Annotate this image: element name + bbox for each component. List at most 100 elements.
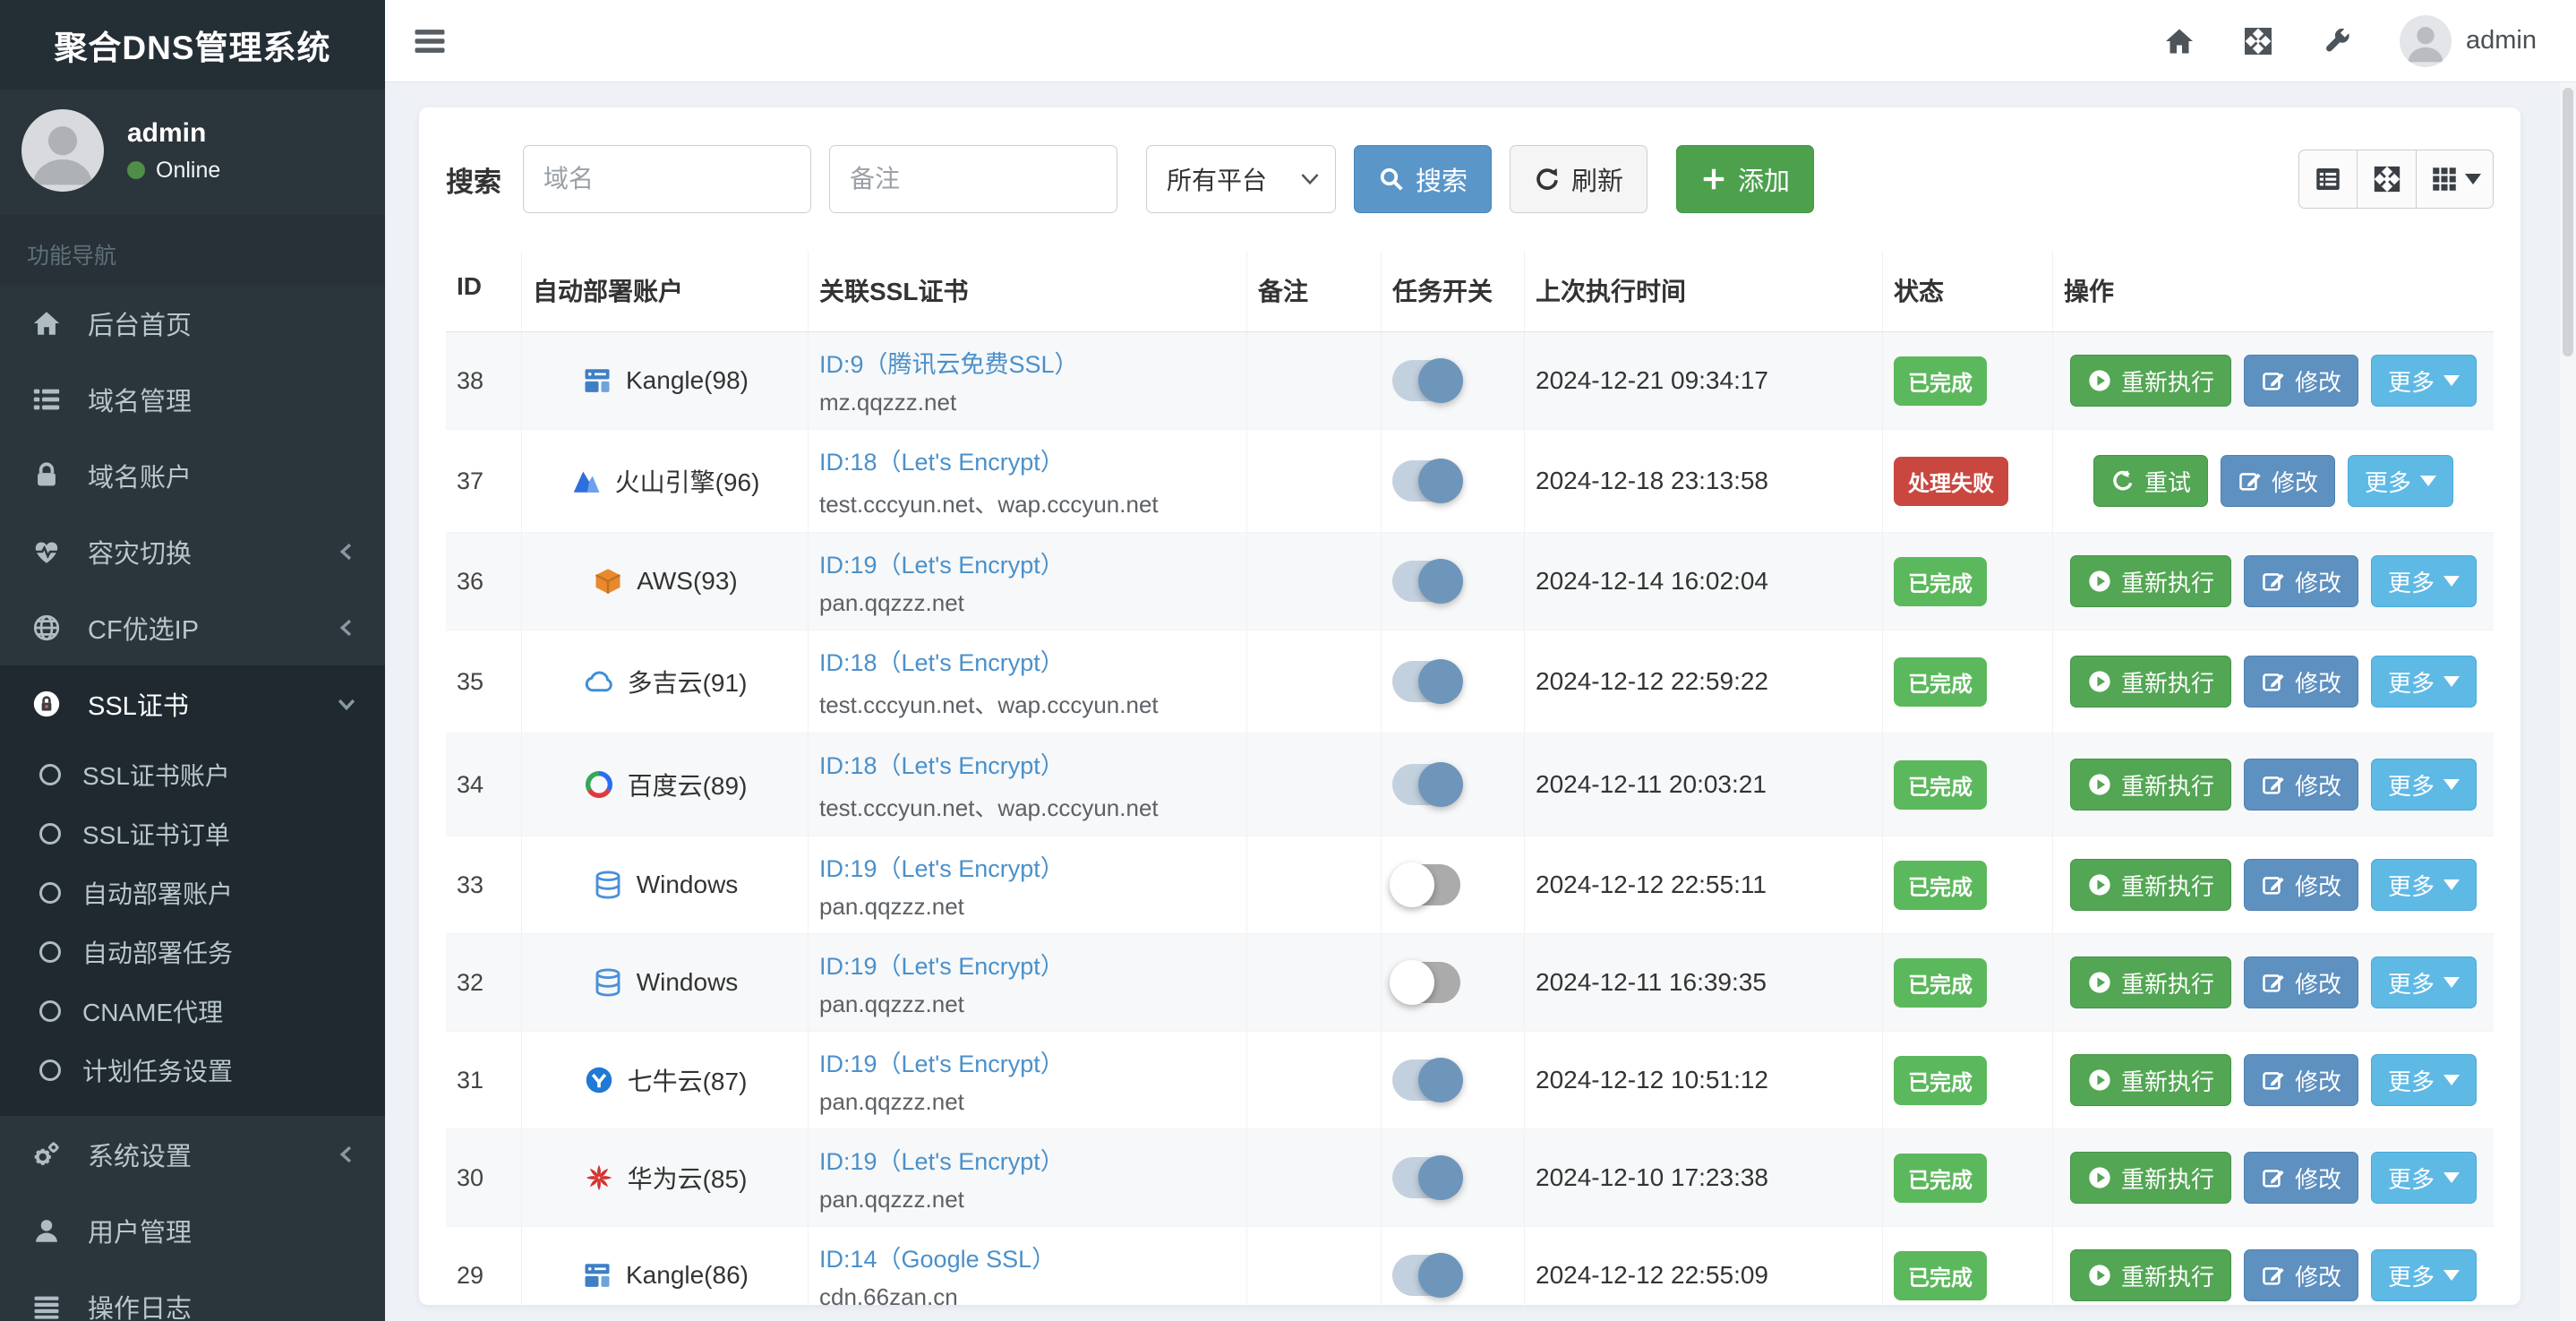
sidebar-item-1[interactable]: 域名管理 — [0, 361, 385, 437]
retry-button[interactable]: 重试 — [2092, 455, 2208, 507]
table-view-button[interactable] — [2298, 150, 2358, 209]
more-button[interactable]: 更多 — [2371, 1249, 2478, 1301]
sidebar-subitem-label: CNAME代理 — [82, 999, 224, 1026]
sidebar-toggle-icon[interactable] — [410, 21, 449, 61]
refresh-button[interactable]: 刷新 — [1510, 145, 1648, 213]
edit-icon — [2261, 569, 2286, 594]
task-switch[interactable] — [1392, 1058, 1463, 1102]
sidebar-subitem-计划任务设置[interactable]: 计划任务设置 — [0, 1041, 385, 1100]
cert-link[interactable]: ID:19（Let's Encrypt） — [819, 849, 1236, 884]
user-menu[interactable]: admin — [2400, 14, 2537, 67]
table-header: ID 自动部署账户 关联SSL证书 备注 任务开关 上次执行时间 状态 操作 — [446, 251, 2494, 332]
cert-link[interactable]: ID:19（Let's Encrypt） — [819, 1142, 1236, 1177]
rerun-button[interactable]: 重新执行 — [2069, 1152, 2231, 1204]
wrench-icon[interactable] — [2321, 25, 2353, 57]
sidebar-item-5[interactable]: SSL证书 — [0, 665, 385, 742]
sidebar-item-0[interactable]: 后台首页 — [0, 285, 385, 361]
edit-button[interactable]: 修改 — [2243, 656, 2358, 708]
edit-button-label: 修改 — [2294, 1068, 2341, 1095]
sidebar-subitem-SSL证书账户[interactable]: SSL证书账户 — [0, 745, 385, 804]
cert-cell: ID:9（腾讯云免费SSL） mz.qqzzz.net — [809, 332, 1247, 429]
more-button[interactable]: 更多 — [2371, 355, 2478, 407]
sidebar-subitem-自动部署任务[interactable]: 自动部署任务 — [0, 922, 385, 982]
columns-view-button[interactable] — [2417, 150, 2494, 209]
play-circle-icon — [2087, 772, 2112, 797]
more-button[interactable]: 更多 — [2371, 759, 2478, 811]
edit-button[interactable]: 修改 — [2243, 956, 2358, 1008]
rerun-button[interactable]: 重新执行 — [2069, 859, 2231, 911]
more-button[interactable]: 更多 — [2371, 1054, 2478, 1106]
task-switch[interactable] — [1392, 762, 1463, 807]
edit-button[interactable]: 修改 — [2220, 455, 2335, 507]
fullscreen-icon[interactable] — [2242, 25, 2274, 57]
edit-button[interactable]: 修改 — [2243, 859, 2358, 911]
deploy-account-cell: AWS(93) — [522, 533, 809, 630]
status-badge: 已完成 — [1894, 860, 1987, 910]
rerun-button[interactable]: 重新执行 — [2069, 1249, 2231, 1301]
cert-link[interactable]: ID:19（Let's Encrypt） — [819, 947, 1236, 982]
task-switch[interactable] — [1392, 1253, 1463, 1298]
sidebar-item-6[interactable]: 系统设置 — [0, 1116, 385, 1192]
note-search-input[interactable] — [829, 145, 1117, 213]
more-button[interactable]: 更多 — [2371, 555, 2478, 607]
cert-link[interactable]: ID:18（Let's Encrypt） — [819, 442, 1236, 477]
more-button[interactable]: 更多 — [2371, 956, 2478, 1008]
edit-button[interactable]: 修改 — [2243, 1054, 2358, 1106]
edit-button[interactable]: 修改 — [2243, 1152, 2358, 1204]
sidebar-item-2[interactable]: 域名账户 — [0, 437, 385, 513]
task-switch[interactable] — [1392, 659, 1463, 704]
cert-link[interactable]: ID:18（Let's Encrypt） — [819, 746, 1236, 781]
platform-select[interactable]: 所有平台 — [1146, 145, 1336, 213]
sidebar-subitem-SSL证书订单[interactable]: SSL证书订单 — [0, 804, 385, 863]
home-icon[interactable] — [2163, 25, 2195, 57]
topbar: admin — [385, 0, 2576, 82]
domain-search-input[interactable] — [523, 145, 811, 213]
sidebar-item-7[interactable]: 用户管理 — [0, 1192, 385, 1268]
task-switch[interactable] — [1392, 459, 1463, 503]
task-switch[interactable] — [1392, 559, 1463, 604]
cert-link[interactable]: ID:19（Let's Encrypt） — [819, 545, 1236, 580]
task-switch[interactable] — [1390, 960, 1460, 1005]
edit-button[interactable]: 修改 — [2243, 759, 2358, 811]
sidebar-item-3[interactable]: 容灾切换 — [0, 513, 385, 589]
more-button-label: 更多 — [2388, 772, 2435, 800]
cert-link[interactable]: ID:19（Let's Encrypt） — [819, 1044, 1236, 1079]
edit-icon — [2261, 669, 2286, 694]
sidebar-item-8[interactable]: 操作日志 — [0, 1268, 385, 1321]
edit-button[interactable]: 修改 — [2243, 555, 2358, 607]
cert-link[interactable]: ID:9（腾讯云免费SSL） — [819, 345, 1236, 380]
add-button[interactable]: 添加 — [1676, 145, 1815, 213]
add-button-label: 添加 — [1738, 167, 1791, 196]
expand-view-button[interactable] — [2358, 150, 2417, 209]
column-header-操作: 操作 — [2064, 278, 2115, 305]
rerun-button[interactable]: 重新执行 — [2069, 956, 2231, 1008]
deploy-account-name: 火山引擎(96) — [614, 468, 760, 496]
scrollbar-track[interactable] — [2560, 82, 2576, 1321]
rerun-button[interactable]: 重新执行 — [2069, 759, 2231, 811]
more-button[interactable]: 更多 — [2348, 455, 2454, 507]
rerun-button[interactable]: 重新执行 — [2069, 656, 2231, 708]
caret-down-icon — [2464, 173, 2481, 185]
table-row: 37 火山引擎(96) ID:18（Let's Encrypt） test.cccyu… — [446, 430, 2494, 533]
scrollbar-thumb[interactable] — [2563, 88, 2573, 356]
sidebar-item-4[interactable]: CF优选IP — [0, 589, 385, 665]
rerun-button[interactable]: 重新执行 — [2069, 555, 2231, 607]
edit-button[interactable]: 修改 — [2243, 355, 2358, 407]
rerun-button[interactable]: 重新执行 — [2069, 355, 2231, 407]
sidebar-subitem-自动部署账户[interactable]: 自动部署账户 — [0, 863, 385, 922]
task-switch[interactable] — [1392, 1155, 1463, 1200]
cert-link[interactable]: ID:14（Google SSL） — [819, 1240, 1236, 1274]
search-button[interactable]: 搜索 — [1354, 145, 1493, 213]
sidebar-subitem-CNAME代理[interactable]: CNAME代理 — [0, 982, 385, 1041]
note-cell — [1247, 1227, 1382, 1321]
last-run-time: 2024-12-11 16:39:35 — [1525, 934, 1883, 1031]
status-badge: 处理失败 — [1894, 456, 2008, 506]
cert-link[interactable]: ID:18（Let's Encrypt） — [819, 643, 1236, 678]
task-switch[interactable] — [1392, 358, 1463, 403]
edit-button[interactable]: 修改 — [2243, 1249, 2358, 1301]
task-switch[interactable] — [1390, 862, 1460, 907]
rerun-button[interactable]: 重新执行 — [2069, 1054, 2231, 1106]
more-button[interactable]: 更多 — [2371, 656, 2478, 708]
more-button[interactable]: 更多 — [2371, 1152, 2478, 1204]
more-button[interactable]: 更多 — [2371, 859, 2478, 911]
